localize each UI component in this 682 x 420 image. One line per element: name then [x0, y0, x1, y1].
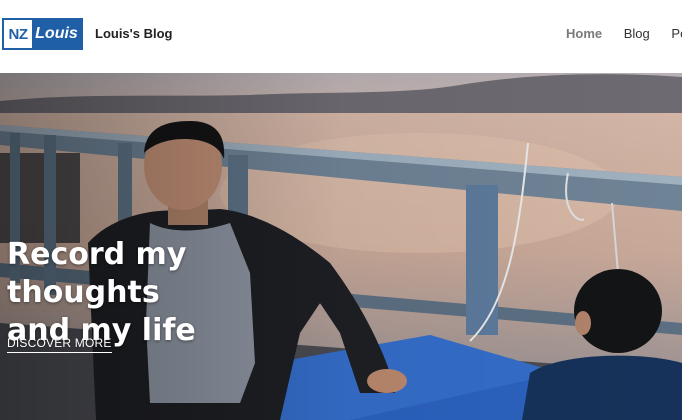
nav-item-blog[interactable]: Blog — [624, 26, 650, 41]
page: NZ Louis Louis's Blog Home Blog Po — [0, 0, 682, 420]
hero-section: Record my thoughts and my life DISCOVER M… — [0, 73, 682, 420]
site-logo[interactable]: NZ Louis — [2, 18, 83, 50]
hero-heading-line1: Record my thoughts — [7, 237, 187, 310]
nav-item-home[interactable]: Home — [566, 26, 602, 41]
main-nav: Home Blog Po — [566, 26, 682, 41]
logo-nz-text: NZ — [4, 20, 32, 48]
discover-more-link[interactable]: DISCOVER MORE — [7, 336, 112, 353]
site-header: NZ Louis Louis's Blog Home Blog Po — [0, 0, 682, 73]
nav-item-posts[interactable]: Po — [671, 26, 682, 41]
logo-name-text: Louis — [32, 20, 81, 48]
site-title[interactable]: Louis's Blog — [95, 26, 172, 41]
hero-heading: Record my thoughts and my life — [7, 236, 347, 350]
